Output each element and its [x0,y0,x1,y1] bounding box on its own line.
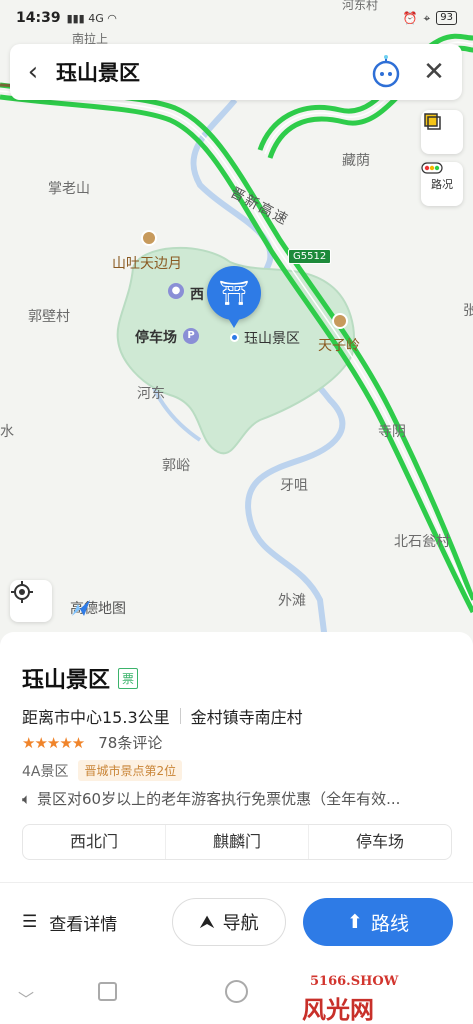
crosshair-icon [11,581,33,603]
parking-icon[interactable]: P [183,328,199,344]
navigation-arrow-icon: ⮝ [199,911,215,933]
rating-row[interactable]: ★★★★★ 78条评论 [22,732,162,753]
nav-recent-icon[interactable] [225,980,248,1003]
status-bar: 14:39 ▮▮▮ 4G ◠ ⏰ ⌖ 93 [0,0,473,36]
system-nav-bar: ﹀ 5166.SHOW 风光网 [0,968,473,1024]
map-label-guobi: 郭壁村 [28,309,70,325]
signal-icon: ▮▮▮ 4G ◠ [66,11,117,25]
divider [0,882,473,883]
close-button[interactable]: ✕ [414,44,454,100]
gate-qilin[interactable]: 麒麟门 [166,825,309,859]
chevron-left-icon: ‹ [27,57,39,87]
gate-tabs: 西北门 麒麟门 停车场 [22,824,452,860]
address-text: 金村镇寺南庄村 [190,708,303,727]
notice-row[interactable]: 🔈︎ 景区对60岁以上的老年游客执行免票优惠（全年有效... [22,788,462,809]
map-label-yaju: 牙咀 [280,478,308,494]
action-bar: ☰ 查看详情 ⮝ 导航 ⬆ 路线 [0,896,473,948]
battery-icon: 93 [436,11,457,25]
place-name: 珏山景区 [22,668,111,693]
star-rating: ★★★★★ [22,733,85,752]
view-details-label: 查看详情 [49,914,118,935]
assistant-robot-icon [372,55,400,88]
map-label-zhang-partial: 张 [463,303,473,319]
route-arrow-icon: ⬆ [347,911,363,933]
gate-parking[interactable]: 停车场 [309,825,451,859]
watermark-top-text: 5166.SHOW [310,974,399,989]
poi-icon-xi[interactable]: ● [168,283,184,299]
status-time: 14:39 [16,10,61,26]
route-label: 路线 [370,912,409,935]
watermark: 5166.SHOW 风光网 [302,968,462,1024]
traffic-button[interactable]: 路况 [421,162,463,206]
alarm-icon: ⏰ [402,11,418,25]
distance-text: 距离市中心15.3公里 [22,708,170,727]
place-detail-sheet: 珏山景区 票 距离市中心15.3公里 金村镇寺南庄村 ★★★★★ 78条评论 4… [0,632,473,1024]
amap-logo: 高德地图 [70,598,126,618]
locate-button[interactable] [10,580,52,622]
back-button[interactable]: ‹ [10,44,56,100]
ticket-badge[interactable]: 票 [118,667,139,689]
watermark-bottom-text: 风光网 [302,995,374,1024]
map-label-waitan: 外滩 [278,593,306,609]
place-title-row: 珏山景区 票 [22,662,139,694]
map-label-shantu[interactable]: 山吐天边月 [112,253,182,273]
highway-shield: G5512 [288,249,332,264]
scenic-level: 4A景区 [22,763,69,780]
level-row: 4A景区 晋城市景点第2位 [22,760,183,781]
poi-icon-shantu[interactable] [141,230,157,246]
pavilion-icon: ⛩ [218,279,250,307]
nav-home-icon[interactable] [98,982,117,1001]
traffic-label: 路况 [431,178,453,191]
map-label-zangmeng: 藏荫 [342,153,370,169]
navigate-button[interactable]: ⮝ 导航 [172,898,286,946]
gate-northwest[interactable]: 西北门 [23,825,166,859]
speaker-icon: 🔈︎ [22,789,32,808]
map-label-shui: 水 [0,424,14,440]
close-icon: ✕ [423,57,445,87]
map-label-zhanglaoshan: 掌老山 [48,181,90,197]
route-button[interactable]: ⬆ 路线 [303,898,453,946]
map-label-hedong: 河东 [137,386,165,402]
network-type: 4G [88,11,104,25]
search-bar[interactable]: ‹ 珏山景区 ✕ [10,44,462,100]
view-details-button[interactable]: ☰ 查看详情 [22,910,167,935]
layers-button[interactable] [421,110,463,154]
map-label-beishi: 北石瓮村 [394,534,450,550]
poi-icon-tianziling[interactable] [332,313,348,329]
layers-icon [424,113,441,130]
map-label-guoyu: 郭峪 [162,458,190,474]
review-count[interactable]: 78条评论 [98,732,162,753]
separator [179,708,181,724]
status-right: ⏰ ⌖ 93 [403,11,457,26]
map-label-xi[interactable]: 西 [190,284,204,304]
voice-assistant-button[interactable] [366,52,406,92]
map-label-parking[interactable]: 停车场 [135,327,177,347]
map-label-jueshan[interactable]: 珏山景区 [244,328,300,348]
traffic-light-icon [421,162,443,174]
map-label-siyin: 寺阴 [378,424,406,440]
distance-row: 距离市中心15.3公里 金村镇寺南庄村 [22,704,303,728]
nav-back-icon[interactable]: ﹀ [18,986,34,1010]
map-label-tianziling[interactable]: 天子岭 [318,335,360,355]
search-query[interactable]: 珏山景区 [56,57,366,87]
selected-place-pin[interactable]: ⛩ [207,266,261,328]
place-dot-icon [230,333,239,342]
rank-badge[interactable]: 晋城市景点第2位 [78,760,183,781]
navigate-label: 导航 [222,913,259,934]
list-icon: ☰ [22,912,38,932]
location-status-icon: ⌖ [423,10,431,25]
amap-logo-icon [72,600,90,616]
notice-text: 景区对60岁以上的老年游客执行免票优惠（全年有效... [37,790,401,808]
